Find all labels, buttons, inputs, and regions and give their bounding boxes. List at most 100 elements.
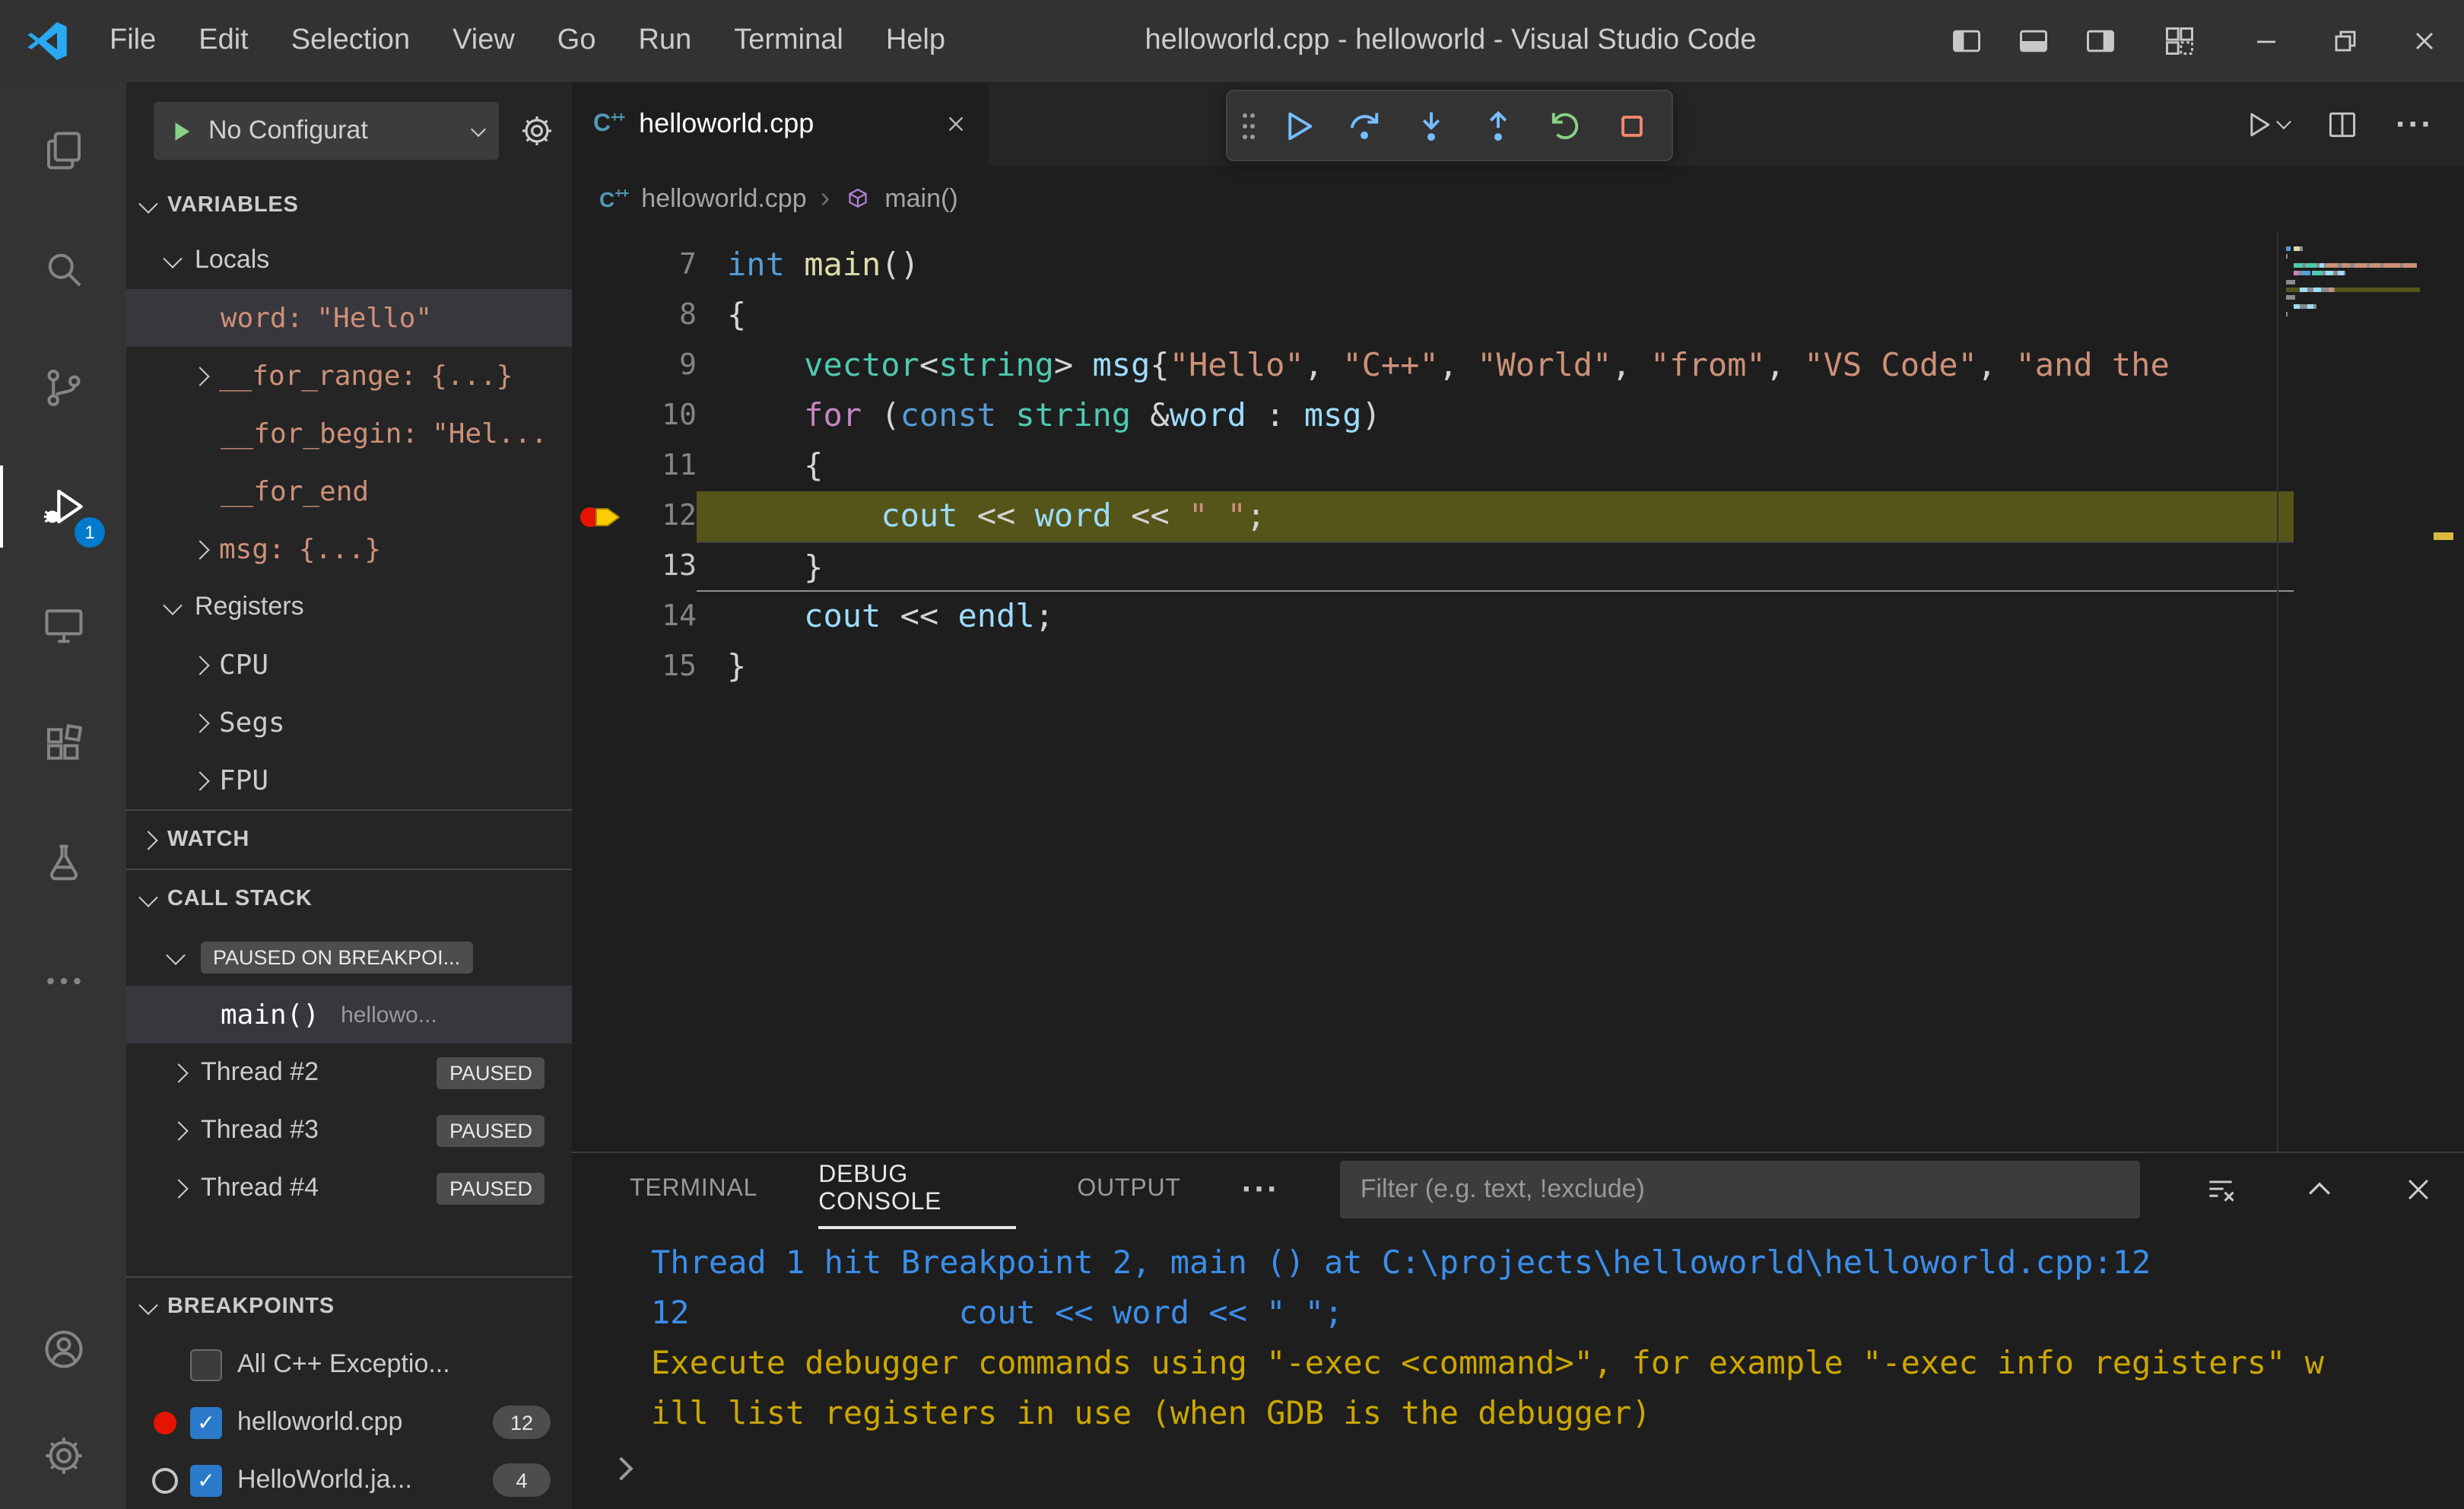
callstack-status-row[interactable]: PAUSED ON BREAKPOI... — [126, 928, 572, 986]
variable-row[interactable]: word: "Hello" — [126, 289, 572, 347]
code-line-content[interactable]: for (const string &word : msg) — [697, 391, 2294, 441]
breakpoint-row-all-c-exceptio[interactable]: All C++ Exceptio... — [126, 1336, 572, 1393]
breakpoint-checkbox[interactable]: ✓ — [190, 1464, 222, 1496]
breakpoint-gutter[interactable] — [572, 642, 633, 692]
restart-button[interactable] — [1538, 98, 1592, 153]
breakpoint-gutter[interactable] — [572, 441, 633, 491]
breadcrumb-symbol[interactable]: main() — [884, 183, 957, 214]
toggle-panel-icon[interactable] — [2017, 24, 2050, 58]
thread-row-thread-2[interactable]: Thread #2 PAUSED — [126, 1044, 572, 1101]
maximize-panel-icon[interactable] — [2300, 1173, 2338, 1206]
panel-tab-terminal[interactable]: TERMINAL — [630, 1150, 757, 1229]
breakpoint-gutter[interactable] — [572, 341, 633, 391]
toggle-secondary-sidebar-icon[interactable] — [2084, 24, 2117, 58]
stop-button[interactable] — [1605, 98, 1659, 153]
variable-row[interactable]: CPU — [126, 636, 572, 694]
minimap[interactable] — [2277, 231, 2427, 1152]
code-line-content[interactable]: cout << word << " "; — [697, 491, 2294, 542]
activitybar-remote-explorer[interactable] — [0, 566, 126, 685]
variable-row[interactable]: __for_end — [126, 462, 572, 520]
code-line-content[interactable]: } — [697, 642, 2294, 692]
breakpoint-gutter[interactable] — [572, 542, 633, 592]
menu-view[interactable]: View — [431, 0, 536, 82]
breadcrumb-file[interactable]: helloworld.cpp — [641, 183, 806, 214]
activitybar-search[interactable] — [0, 210, 126, 329]
thread-row-thread-4[interactable]: Thread #4 PAUSED — [126, 1159, 572, 1217]
step-out-button[interactable] — [1471, 98, 1526, 153]
account-icon — [40, 1326, 86, 1372]
activitybar-testing[interactable] — [0, 803, 126, 922]
code-line-content[interactable]: { — [697, 441, 2294, 491]
code-line-content[interactable]: } — [697, 542, 2294, 592]
menu-selection[interactable]: Selection — [270, 0, 431, 82]
variables-header[interactable]: VARIABLES — [126, 179, 572, 231]
run-or-debug-icon[interactable] — [2242, 107, 2291, 141]
thread-row-thread-3[interactable]: Thread #3 PAUSED — [126, 1101, 572, 1159]
toggle-primary-sidebar-icon[interactable] — [1950, 24, 1983, 58]
variable-value: "Hello" — [316, 302, 433, 334]
activitybar-run-debug[interactable]: 1 — [0, 447, 126, 566]
variable-row[interactable]: FPU — [126, 751, 572, 809]
minimap-line — [2286, 279, 2420, 284]
menu-go[interactable]: Go — [536, 0, 618, 82]
variable-row[interactable]: Segs — [126, 694, 572, 751]
step-over-button[interactable] — [1337, 98, 1392, 153]
activitybar-settings[interactable] — [0, 1403, 126, 1509]
breakpoints-header[interactable]: BREAKPOINTS — [126, 1276, 572, 1336]
close-panel-icon[interactable] — [2399, 1173, 2437, 1206]
breakpoint-row-helloworld-cpp[interactable]: ✓ helloworld.cpp 12 — [126, 1393, 572, 1451]
breakpoint-gutter[interactable] — [572, 240, 633, 291]
chevron-right-icon — [169, 1063, 189, 1082]
step-into-button[interactable] — [1404, 98, 1459, 153]
menu-terminal[interactable]: Terminal — [713, 0, 865, 82]
variable-row[interactable]: msg: {...} — [126, 520, 572, 578]
code-line-content[interactable]: vector<string> msg{"Hello", "C++", "Worl… — [697, 341, 2294, 391]
code-line-content[interactable]: cout << endl; — [697, 592, 2294, 642]
stack-frame-row[interactable]: main() hellowo... — [126, 986, 572, 1044]
variable-row[interactable]: __for_begin: "Hel... — [126, 405, 572, 462]
var-group-registers[interactable]: Registers — [126, 578, 572, 636]
panel-more-icon[interactable]: ··· — [1242, 1172, 1280, 1206]
menu-help[interactable]: Help — [865, 0, 967, 82]
close-tab-icon[interactable] — [945, 113, 967, 135]
menu-edit[interactable]: Edit — [177, 0, 270, 82]
customize-layout-icon[interactable] — [2163, 24, 2196, 58]
callstack-header[interactable]: CALL STACK — [126, 869, 572, 928]
var-group-label: Locals — [195, 245, 270, 274]
clear-console-icon[interactable] — [2201, 1173, 2239, 1206]
watch-header[interactable]: WATCH — [126, 809, 572, 869]
close-button[interactable] — [2385, 0, 2464, 82]
debug-settings-gear-icon[interactable] — [514, 113, 560, 149]
breakpoint-row-helloworld-ja[interactable]: ✓ HelloWorld.ja... 4 — [126, 1451, 572, 1509]
tab-helloworld-cpp[interactable]: C ++ helloworld.cpp — [572, 82, 989, 166]
breakpoint-gutter[interactable] — [572, 491, 633, 542]
activitybar-account[interactable] — [0, 1296, 126, 1403]
code-line-content[interactable]: { — [697, 291, 2294, 341]
activitybar-extensions[interactable] — [0, 685, 126, 803]
drag-handle-icon[interactable] — [1240, 109, 1258, 142]
breakpoint-checkbox[interactable] — [190, 1349, 222, 1380]
var-group-locals[interactable]: Locals — [126, 231, 572, 289]
debug-console-input[interactable] — [609, 1450, 2464, 1486]
breakpoint-gutter[interactable] — [572, 291, 633, 341]
breakpoint-checkbox[interactable]: ✓ — [190, 1406, 222, 1438]
activitybar-source-control[interactable] — [0, 329, 126, 447]
panel-tab-debug-console[interactable]: DEBUG CONSOLE — [818, 1150, 1017, 1229]
vscode-logo-icon — [24, 18, 70, 64]
activitybar-more[interactable] — [0, 922, 126, 1040]
variable-row[interactable]: __for_range: {...} — [126, 347, 572, 405]
console-filter-input[interactable] — [1340, 1161, 2141, 1218]
menu-run[interactable]: Run — [618, 0, 713, 82]
minimize-button[interactable] — [2227, 0, 2306, 82]
activitybar-explorer[interactable] — [0, 91, 126, 210]
continue-button[interactable] — [1270, 98, 1325, 153]
breakpoint-gutter[interactable] — [572, 391, 633, 441]
restore-button[interactable] — [2306, 0, 2385, 82]
breakpoint-gutter[interactable] — [572, 592, 633, 642]
code-line-content[interactable]: int main() — [697, 240, 2294, 291]
panel-tab-output[interactable]: OUTPUT — [1077, 1150, 1180, 1229]
split-editor-icon[interactable] — [2326, 107, 2359, 141]
menu-file[interactable]: File — [88, 0, 177, 82]
debug-config-dropdown[interactable]: No Configurat — [154, 102, 499, 160]
editor-more-actions-icon[interactable]: ··· — [2396, 106, 2434, 141]
